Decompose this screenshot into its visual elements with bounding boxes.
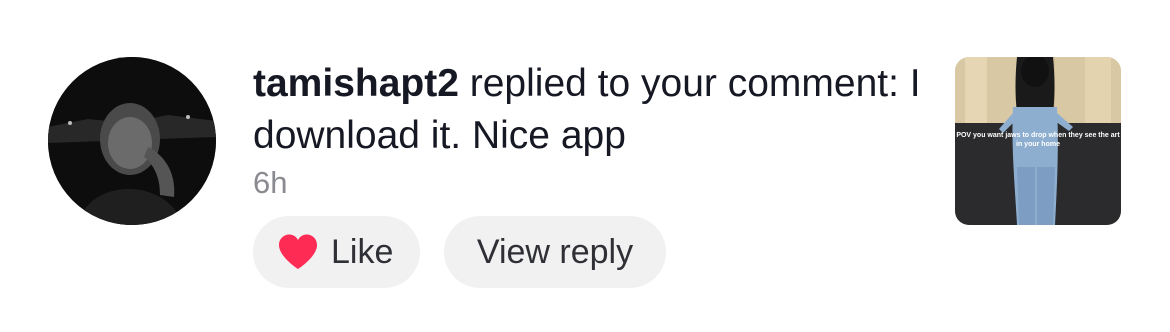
username-link[interactable]: tamishapt2 [253,62,459,105]
like-button[interactable]: Like [253,216,420,288]
view-reply-label: View reply [476,232,634,271]
thumbnail-caption: POV you want jaws to drop when they see … [956,132,1120,148]
heart-icon [277,233,319,271]
video-thumbnail[interactable]: POV you want jaws to drop when they see … [955,57,1121,225]
view-reply-button[interactable]: View reply [444,216,666,288]
notification-message: tamishapt2 replied to your comment: I do… [253,58,933,162]
notification-content: tamishapt2 replied to your comment: I do… [253,58,933,202]
action-buttons: Like View reply [253,216,666,288]
like-label: Like [331,232,394,271]
notification-row[interactable]: tamishapt2 replied to your comment: I do… [0,0,1170,332]
avatar[interactable] [48,57,216,225]
timestamp: 6h [253,165,288,200]
